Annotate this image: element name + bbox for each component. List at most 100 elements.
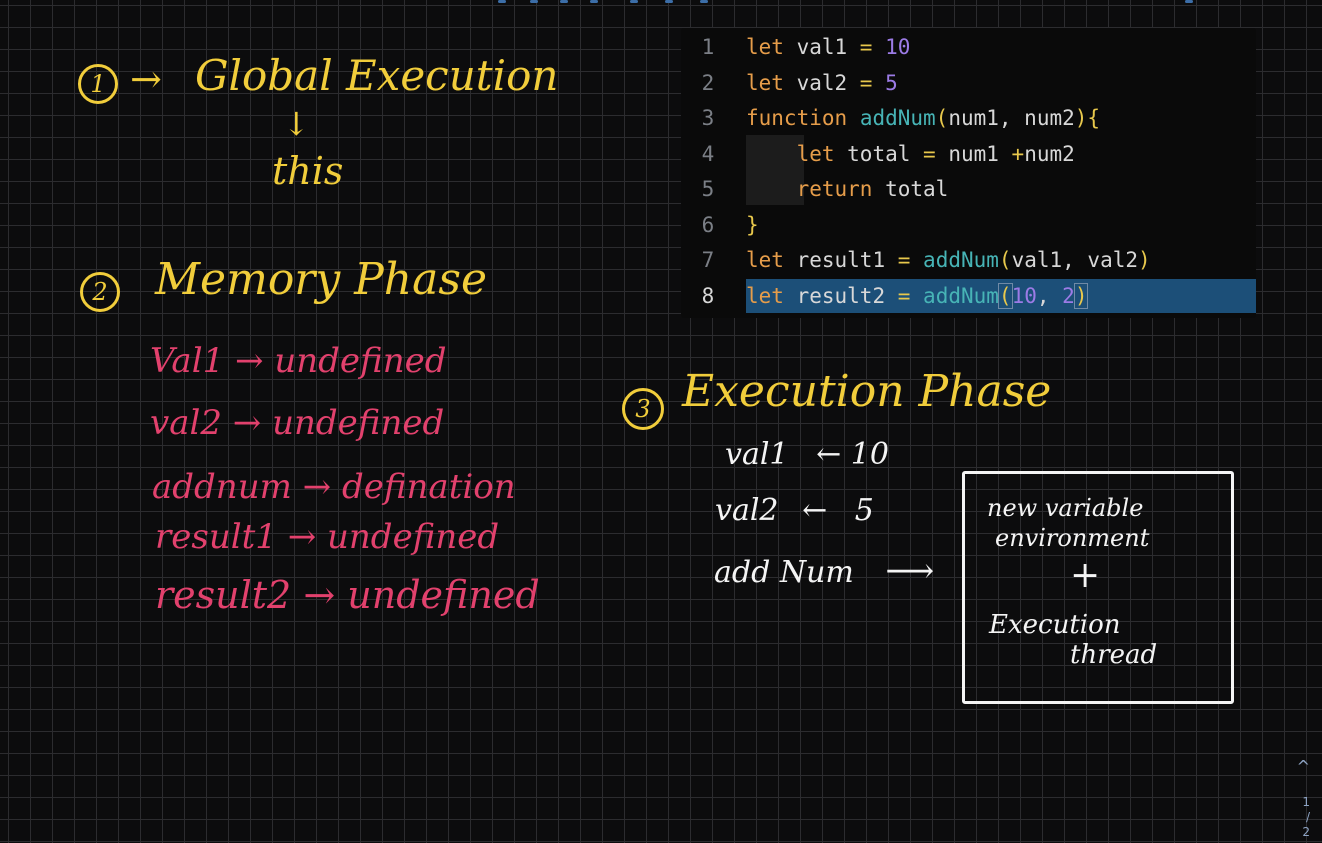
toolbar-dot bbox=[560, 0, 568, 3]
toolbar-dot bbox=[665, 0, 673, 3]
memory-item-value: defination bbox=[341, 467, 516, 507]
memory-item: addnum → defination bbox=[152, 470, 516, 504]
line-number: 3 bbox=[701, 106, 715, 130]
code-token: total bbox=[834, 141, 924, 166]
arrow-right-icon: → bbox=[235, 341, 264, 381]
toolbar-dot bbox=[1185, 0, 1193, 3]
memory-item: Val1 → undefined bbox=[150, 344, 447, 378]
memory-item: result2 → undefined bbox=[155, 576, 540, 614]
arrow-right-icon: → bbox=[303, 573, 336, 617]
code-text: let result2 = addNum(10, 2) bbox=[746, 279, 1089, 313]
code-token: let bbox=[746, 248, 784, 272]
box-line-execution: Execution bbox=[989, 610, 1121, 640]
code-token: = bbox=[897, 283, 911, 308]
code-token: let bbox=[746, 283, 784, 308]
execution-var-name: add Num bbox=[714, 555, 854, 590]
execution-row: add Num ⟶ bbox=[714, 554, 934, 588]
code-token: 2 bbox=[1062, 283, 1075, 308]
code-token: 10 bbox=[885, 35, 911, 59]
code-line[interactable]: 8 let result2 = addNum(10, 2) bbox=[681, 278, 1256, 313]
box-line-new-variable: new variable bbox=[987, 494, 1144, 522]
toolbar-dot bbox=[700, 0, 708, 3]
code-line[interactable]: 5 return total bbox=[681, 172, 1256, 206]
code-text: let total = num1 +num2 bbox=[746, 137, 1075, 171]
code-token: result1 bbox=[783, 248, 898, 272]
code-token: ( bbox=[935, 106, 949, 130]
code-token: return bbox=[796, 177, 873, 201]
execution-phase-title: Execution Phase bbox=[682, 366, 1052, 417]
code-token: } bbox=[746, 212, 759, 237]
global-execution-title: Global Execution bbox=[195, 51, 559, 100]
box-line-environment: environment bbox=[995, 524, 1150, 552]
code-line[interactable]: 2 let val2 = 5 bbox=[681, 66, 1256, 100]
step2-marker: 2 bbox=[80, 272, 120, 312]
arrow-left-icon: ← bbox=[816, 437, 842, 472]
arrow-right-icon: ⟶ bbox=[885, 551, 935, 591]
box-line-thread: thread bbox=[1070, 640, 1158, 670]
code-line[interactable]: 3 function addNum(num1, num2){ bbox=[681, 101, 1256, 135]
code-token: let bbox=[746, 70, 784, 95]
code-token: function bbox=[746, 106, 848, 130]
memory-item-value: undefined bbox=[272, 403, 445, 443]
code-token: + bbox=[1011, 141, 1025, 166]
variable-environment-box: new variable environment + Execution thr… bbox=[962, 471, 1234, 704]
memory-item-name: val2 bbox=[150, 403, 222, 443]
execution-row: val1 ← 10 bbox=[725, 440, 889, 470]
code-token: = bbox=[897, 248, 911, 272]
memory-item-name: addnum bbox=[152, 467, 292, 507]
page-current: 1 bbox=[1302, 795, 1310, 809]
execution-var-value: 10 bbox=[850, 437, 889, 472]
code-text: } bbox=[746, 208, 759, 242]
code-token: addNum bbox=[859, 106, 936, 130]
code-line[interactable]: 4 let total = num1 +num2 bbox=[681, 137, 1256, 171]
code-line[interactable]: 7 let result1 = addNum(val1, val2) bbox=[681, 243, 1256, 277]
code-line[interactable]: 6} bbox=[681, 208, 1256, 242]
step1-arrow: → bbox=[130, 57, 162, 101]
code-token: ) bbox=[1074, 106, 1088, 130]
code-token: num2 bbox=[1024, 141, 1075, 166]
step1-marker: 1 bbox=[78, 64, 118, 104]
scroll-up-button[interactable]: ^ bbox=[1297, 757, 1310, 776]
code-token: let bbox=[796, 141, 835, 166]
code-text: let val2 = 5 bbox=[746, 66, 898, 100]
code-text: function addNum(num1, num2){ bbox=[746, 101, 1100, 135]
execution-var-name: val2 bbox=[715, 493, 779, 528]
memory-phase-title: Memory Phase bbox=[155, 254, 487, 305]
code-token: 10 bbox=[1011, 283, 1037, 308]
line-number: 7 bbox=[701, 248, 715, 272]
code-token: result2 bbox=[783, 283, 898, 308]
code-text: let val1 = 10 bbox=[746, 30, 910, 64]
code-line[interactable]: 1 let val1 = 10 bbox=[681, 30, 1256, 64]
code-editor[interactable]: 1 let val1 = 10 2 let val2 = 5 3 function add… bbox=[681, 28, 1256, 318]
toolbar-dot bbox=[590, 0, 598, 3]
page-scroll-control: ^ 1 / 2 bbox=[1288, 755, 1322, 843]
arrow-left-icon: ← bbox=[802, 493, 828, 528]
memory-item-value: undefined bbox=[347, 573, 540, 617]
page-separator: / bbox=[1305, 810, 1310, 824]
code-token: val1 bbox=[783, 35, 860, 59]
toolbar-dot bbox=[530, 0, 538, 3]
code-text: return total bbox=[746, 172, 949, 206]
code-token: ( bbox=[998, 248, 1012, 272]
arrow-right-icon: → bbox=[232, 403, 262, 443]
code-token: ) bbox=[1138, 248, 1151, 272]
line-number: 1 bbox=[701, 35, 715, 59]
arrow-right-icon: → bbox=[287, 517, 317, 557]
code-token: num1 bbox=[935, 141, 1012, 166]
toolbar-dot bbox=[498, 0, 506, 3]
code-token: val1, val2 bbox=[1011, 248, 1138, 272]
line-number: 4 bbox=[701, 141, 715, 166]
line-number: 5 bbox=[701, 177, 715, 201]
code-token: ( bbox=[997, 282, 1013, 309]
code-token: addNum bbox=[923, 283, 999, 308]
box-plus: + bbox=[1070, 555, 1101, 596]
code-token: , bbox=[1036, 283, 1063, 308]
code-token: { bbox=[1087, 106, 1101, 130]
code-token: 5 bbox=[885, 70, 898, 95]
memory-item-value: undefined bbox=[327, 517, 500, 557]
